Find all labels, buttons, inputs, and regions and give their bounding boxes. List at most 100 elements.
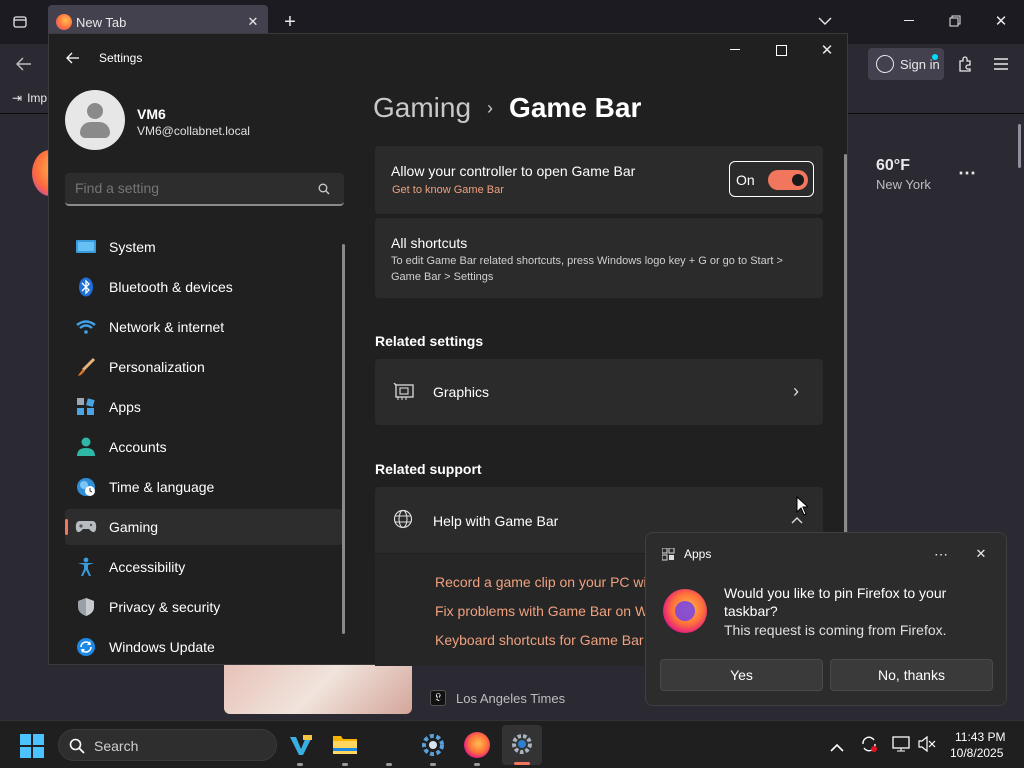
shortcuts-description: To edit Game Bar related shortcuts, pres…	[391, 255, 783, 283]
search-input[interactable]	[75, 180, 295, 196]
tab-overflow-chevron-icon[interactable]	[814, 10, 836, 32]
clock-date[interactable]: 10/8/2025	[950, 746, 1003, 760]
nav-item-accounts[interactable]: Accounts	[65, 429, 343, 465]
taskbar: Search 11:43 PM 10/8/2025	[0, 720, 1024, 768]
nav-item-label: Apps	[109, 399, 141, 415]
toast-no-button[interactable]: No, thanks	[830, 659, 993, 691]
nav-item-time-language[interactable]: Time & language	[65, 469, 343, 505]
apps-icon	[75, 396, 97, 418]
settings-gear-app-icon[interactable]	[420, 732, 446, 761]
running-indicator	[297, 763, 303, 766]
graphics-card-icon	[393, 382, 415, 404]
nav-item-bluetooth[interactable]: Bluetooth & devices	[65, 269, 343, 305]
chevron-up-icon[interactable]	[830, 739, 844, 755]
new-tab-icon[interactable]: +	[280, 10, 300, 34]
nav-item-label: Gaming	[109, 519, 159, 535]
running-indicator	[474, 763, 480, 766]
ff-maximize-icon[interactable]	[944, 10, 966, 32]
nav-item-privacy[interactable]: Privacy & security	[65, 589, 343, 625]
graphics-link-card[interactable]: Graphics ›	[375, 359, 823, 425]
extensions-icon[interactable]	[954, 53, 976, 75]
user-email: VM6@collabnet.local	[137, 124, 250, 138]
weather-more-icon[interactable]: ⋯	[956, 162, 978, 184]
nav-item-accessibility[interactable]: Accessibility	[65, 549, 343, 585]
weather-city[interactable]: New York	[876, 177, 931, 192]
news-source[interactable]: 𝔏 Los Angeles Times	[430, 690, 565, 706]
list-all-tabs-icon[interactable]	[10, 12, 30, 32]
taskbar-search-label: Search	[94, 738, 139, 754]
settings-taskbar-button-active[interactable]	[502, 725, 542, 765]
running-indicator	[342, 763, 348, 766]
toast-yes-button[interactable]: Yes	[660, 659, 823, 691]
nav-item-system[interactable]: System	[65, 229, 343, 265]
nav-item-personalization[interactable]: Personalization	[65, 349, 343, 385]
breadcrumb-parent[interactable]: Gaming	[373, 92, 471, 124]
breadcrumb-chevron-icon: ›	[487, 97, 494, 118]
update-icon	[75, 636, 97, 658]
nav-item-apps[interactable]: Apps	[65, 389, 343, 425]
accessibility-icon	[75, 556, 97, 578]
windows-start-icon[interactable]	[20, 734, 44, 761]
file-explorer-icon[interactable]	[332, 733, 358, 758]
related-settings-heading: Related settings	[375, 333, 484, 349]
help-link[interactable]: Keyboard shortcuts for Game Bar	[435, 632, 644, 648]
toast-close-icon[interactable]: ✕	[970, 543, 992, 565]
vscode-app-icon[interactable]	[288, 733, 314, 760]
nav-item-windows-update[interactable]: Windows Update	[65, 629, 343, 665]
pin-firefox-toast: Apps ⋯ ✕ Would you like to pin Firefox t…	[645, 532, 1007, 706]
toast-more-icon[interactable]: ⋯	[930, 543, 952, 565]
close-tab-icon[interactable]: ✕	[244, 13, 262, 31]
app-menu-icon[interactable]	[990, 53, 1012, 75]
related-support-heading: Related support	[375, 461, 482, 477]
content-scrollbar[interactable]	[844, 154, 847, 534]
globe-clock-icon	[75, 476, 97, 498]
get-to-know-link[interactable]: Get to know Game Bar	[392, 184, 504, 196]
back-arrow-icon[interactable]	[63, 48, 83, 68]
nav-item-label: Accounts	[109, 439, 167, 455]
bluetooth-icon	[75, 276, 97, 298]
nav-item-network[interactable]: Network & internet	[65, 309, 343, 345]
active-indicator	[514, 762, 530, 765]
toggle-switch[interactable]	[768, 170, 808, 190]
search-icon[interactable]	[316, 181, 332, 197]
firefox-logo-icon	[56, 14, 72, 30]
nav-item-gaming[interactable]: Gaming	[65, 509, 343, 545]
controller-setting-title: Allow your controller to open Game Bar	[391, 163, 636, 179]
sidebar-scrollbar[interactable]	[342, 244, 345, 634]
avatar-body	[80, 122, 110, 138]
selected-indicator	[65, 519, 68, 535]
close-icon[interactable]: ✕	[815, 40, 839, 60]
nav-item-label: Privacy & security	[109, 599, 221, 615]
monitor-icon	[75, 236, 97, 258]
network-icon[interactable]	[892, 735, 910, 756]
page-scrollbar[interactable]	[1018, 124, 1021, 168]
avatar-head	[87, 103, 103, 119]
taskbar-search-box[interactable]: Search	[58, 729, 277, 761]
import-icon: ⇥	[12, 91, 23, 105]
search-box[interactable]	[65, 173, 344, 206]
ff-minimize-icon[interactable]	[898, 10, 920, 32]
ff-close-icon[interactable]: ✕	[990, 10, 1012, 32]
clock-time[interactable]: 11:43 PM	[955, 730, 1005, 744]
avatar[interactable]	[65, 90, 125, 150]
settings-gear-icon	[510, 732, 534, 759]
firefox-logo-globe	[675, 601, 695, 621]
volume-muted-icon[interactable]	[918, 735, 936, 755]
graphics-label: Graphics	[433, 384, 490, 400]
maximize-icon[interactable]	[769, 40, 793, 60]
toggle-container[interactable]: On	[729, 161, 814, 197]
help-link[interactable]: Record a game clip on your PC wit	[435, 574, 651, 590]
firefox-logo-icon	[663, 589, 707, 633]
import-bookmarks-item[interactable]: ⇥ Imp	[12, 91, 47, 105]
weather-temp[interactable]: 60°F	[876, 157, 910, 175]
sign-in-button[interactable]: Sign in	[868, 48, 944, 80]
minimize-icon[interactable]	[723, 40, 747, 60]
help-link[interactable]: Fix problems with Game Bar on W	[435, 603, 648, 619]
news-thumbnail[interactable]	[224, 664, 412, 714]
nav-item-label: Windows Update	[109, 639, 215, 655]
nav-item-label: Time & language	[109, 479, 215, 495]
sync-icon[interactable]	[860, 735, 878, 756]
back-arrow-icon[interactable]	[12, 53, 36, 75]
page-title: Game Bar	[509, 92, 642, 123]
firefox-taskbar-icon[interactable]	[464, 732, 490, 758]
